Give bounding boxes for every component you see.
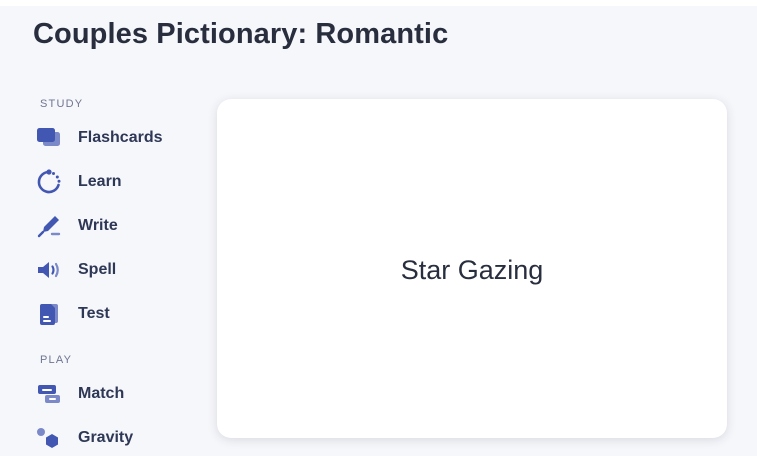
play-section-label: PLAY bbox=[40, 354, 73, 366]
sidebar-item-match[interactable]: Match bbox=[38, 376, 200, 412]
learn-icon bbox=[34, 167, 64, 197]
sidebar-item-label: Flashcards bbox=[78, 129, 163, 146]
write-icon bbox=[34, 211, 64, 241]
study-section-label: STUDY bbox=[40, 98, 84, 110]
gravity-icon bbox=[34, 423, 64, 453]
sidebar-item-label: Write bbox=[78, 217, 118, 234]
sidebar-item-label: Test bbox=[78, 305, 110, 322]
sidebar-item-test[interactable]: Test bbox=[40, 296, 200, 332]
spell-icon bbox=[34, 255, 64, 285]
sidebar-item-spell[interactable]: Spell bbox=[38, 252, 200, 288]
flashcard[interactable]: Star Gazing bbox=[217, 99, 727, 438]
sidebar-item-label: Gravity bbox=[78, 429, 134, 446]
sidebar-item-label: Learn bbox=[78, 173, 122, 190]
sidebar-item-label: Spell bbox=[78, 261, 117, 278]
sidebar-item-learn[interactable]: Learn bbox=[37, 164, 200, 200]
sidebar-item-label: Match bbox=[78, 385, 125, 402]
match-icon bbox=[34, 379, 64, 409]
test-icon bbox=[34, 299, 64, 329]
flashcards-icon bbox=[34, 123, 64, 153]
page-title: Couples Pictionary: Romantic bbox=[33, 18, 449, 50]
sidebar-item-write[interactable]: Write bbox=[37, 208, 200, 244]
flashcard-term: Star Gazing bbox=[400, 255, 544, 285]
sidebar-item-flashcards[interactable]: Flashcards bbox=[37, 120, 200, 156]
top-strip bbox=[0, 0, 757, 6]
sidebar-item-gravity[interactable]: Gravity bbox=[37, 420, 200, 456]
